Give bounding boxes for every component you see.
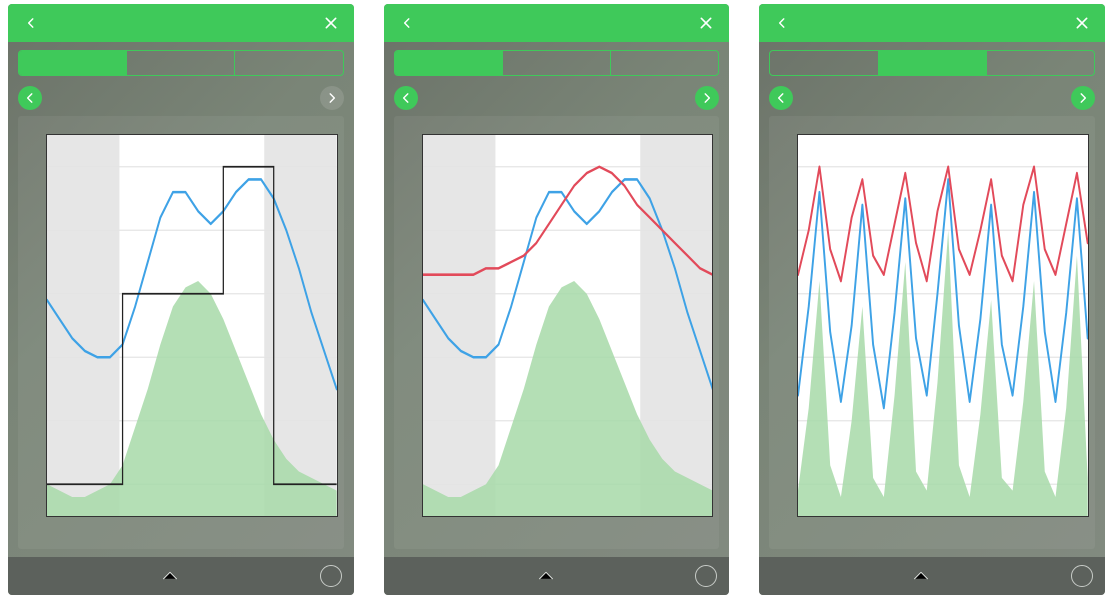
- close-button[interactable]: [1069, 10, 1095, 36]
- tab-week[interactable]: [126, 51, 234, 75]
- y-axis: [394, 134, 420, 517]
- prev-date-button[interactable]: [18, 86, 42, 110]
- heat-report-screen: [8, 4, 354, 595]
- chart-container: [394, 116, 720, 549]
- help-button[interactable]: [1071, 565, 1093, 587]
- chart-container: [18, 116, 344, 549]
- date-nav: [384, 82, 730, 116]
- help-button[interactable]: [695, 565, 717, 587]
- date-nav: [8, 82, 354, 116]
- heat-report-screen: [384, 4, 730, 595]
- close-button[interactable]: [693, 10, 719, 36]
- prev-date-button[interactable]: [394, 86, 418, 110]
- bottom-bar: [759, 557, 1105, 595]
- tab-month[interactable]: [610, 51, 718, 75]
- back-button[interactable]: [394, 10, 420, 36]
- chart-plot: [46, 134, 338, 517]
- topbar: [8, 4, 354, 42]
- tab-week[interactable]: [878, 51, 986, 75]
- y-axis: [18, 134, 44, 517]
- back-button[interactable]: [18, 10, 44, 36]
- tab-month[interactable]: [234, 51, 342, 75]
- next-date-button[interactable]: [1071, 86, 1095, 110]
- back-button[interactable]: [769, 10, 795, 36]
- close-button[interactable]: [318, 10, 344, 36]
- chart-plot: [422, 134, 714, 517]
- topbar: [384, 4, 730, 42]
- rooms-expand-button[interactable]: [159, 565, 181, 587]
- topbar: [759, 4, 1105, 42]
- tab-day[interactable]: [395, 51, 502, 75]
- range-tabs: [18, 50, 344, 76]
- range-tabs: [769, 50, 1095, 76]
- chart-plot: [797, 134, 1089, 517]
- next-date-button: [320, 86, 344, 110]
- date-nav: [759, 82, 1105, 116]
- tab-day[interactable]: [19, 51, 126, 75]
- rooms-expand-button[interactable]: [535, 565, 557, 587]
- chart-container: [769, 116, 1095, 549]
- tab-day[interactable]: [770, 51, 877, 75]
- help-button[interactable]: [320, 565, 342, 587]
- bottom-bar: [8, 557, 354, 595]
- y-axis: [769, 134, 795, 517]
- rooms-expand-button[interactable]: [910, 565, 932, 587]
- next-date-button[interactable]: [695, 86, 719, 110]
- bottom-bar: [384, 557, 730, 595]
- prev-date-button[interactable]: [769, 86, 793, 110]
- heat-report-screen: [759, 4, 1105, 595]
- tab-week[interactable]: [502, 51, 610, 75]
- tab-month[interactable]: [986, 51, 1094, 75]
- range-tabs: [394, 50, 720, 76]
